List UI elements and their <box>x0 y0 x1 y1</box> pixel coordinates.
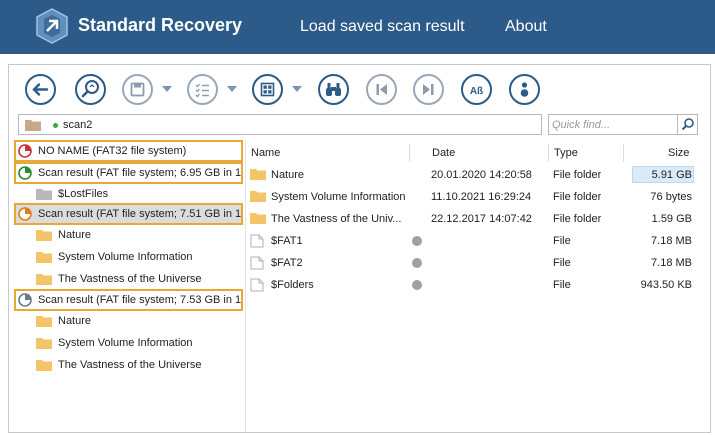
tree-item-folder[interactable]: The Vastness of the Universe <box>34 269 246 289</box>
column-separator[interactable] <box>409 144 410 162</box>
checklist-icon <box>195 83 209 98</box>
title-bar: Standard Recovery Load saved scan result… <box>0 0 715 54</box>
file-icon <box>250 256 264 270</box>
file-row[interactable]: Nature 20.01.2020 14:20:58 File folder 5… <box>246 164 704 186</box>
folder-icon <box>36 338 52 349</box>
load-saved-scan-menu[interactable]: Load saved scan result <box>300 18 465 36</box>
view-grid-icon <box>260 82 275 97</box>
find-button[interactable] <box>318 74 349 105</box>
status-dot <box>412 280 422 290</box>
quick-find-search-button[interactable] <box>677 115 697 134</box>
back-icon <box>32 83 49 96</box>
next-button[interactable] <box>413 74 444 105</box>
mark-list-button[interactable] <box>187 74 218 105</box>
folder-icon <box>36 360 52 371</box>
app-logo-icon <box>36 8 68 44</box>
disk-red-icon <box>18 144 32 158</box>
column-header-type[interactable]: Type <box>554 147 578 159</box>
file-row[interactable]: $FAT1 File 7.18 MB <box>246 230 704 252</box>
status-dot <box>412 236 422 246</box>
current-path: scan2 <box>63 119 93 131</box>
tree-item-scan-result[interactable]: Scan result (FAT file system; 7.53 GB in… <box>14 289 243 311</box>
search-icon <box>681 118 694 131</box>
file-row[interactable]: $Folders File 943.50 KB <box>246 274 704 296</box>
scan-magnifier-icon <box>81 80 99 98</box>
column-header-size[interactable]: Size <box>668 147 689 159</box>
folder-icon <box>36 316 52 327</box>
save-icon <box>130 82 145 97</box>
tree-item-scan-result[interactable]: Scan result (FAT file system; 6.95 GB in… <box>14 162 243 184</box>
file-row[interactable]: System Volume Information 11.10.2021 16:… <box>246 186 704 208</box>
case-sensitive-icon: Aß <box>470 86 483 97</box>
status-dot <box>412 258 422 268</box>
file-icon <box>250 278 264 292</box>
column-header-date[interactable]: Date <box>432 147 455 159</box>
folder-icon <box>36 252 52 263</box>
svg-text:Aß: Aß <box>470 86 483 97</box>
view-mode-dropdown-arrow[interactable] <box>292 86 302 92</box>
tree-item-folder[interactable]: Nature <box>34 311 246 331</box>
scan-button[interactable] <box>75 74 106 105</box>
file-icon <box>250 234 264 248</box>
next-icon <box>423 84 434 95</box>
folder-icon <box>250 169 266 180</box>
column-separator[interactable] <box>623 144 624 162</box>
tree-item-folder[interactable]: Nature <box>34 225 246 245</box>
back-button[interactable] <box>25 74 56 105</box>
column-header-name[interactable]: Name <box>251 147 280 159</box>
folder-gray-icon <box>36 189 52 200</box>
column-separator[interactable] <box>548 144 549 162</box>
quick-find-box <box>548 114 698 135</box>
file-row[interactable]: The Vastness of the Univ... 22.12.2017 1… <box>246 208 704 230</box>
tree-item-folder[interactable]: $LostFiles <box>34 184 246 204</box>
view-mode-button[interactable] <box>252 74 283 105</box>
about-menu[interactable]: About <box>505 18 547 36</box>
disk-orange-icon <box>18 207 32 221</box>
path-bar[interactable]: scan2 <box>18 114 542 135</box>
info-button[interactable] <box>509 74 540 105</box>
tree-item-scan-result[interactable]: Scan result (FAT file system; 7.51 GB in… <box>14 203 243 225</box>
folder-icon <box>25 120 41 131</box>
tree-item-folder[interactable]: The Vastness of the Universe <box>34 355 246 375</box>
previous-button[interactable] <box>366 74 397 105</box>
disk-gray-icon <box>18 293 32 307</box>
folder-icon <box>250 213 266 224</box>
save-button[interactable] <box>122 74 153 105</box>
disk-green-icon <box>18 166 32 180</box>
scan-status-dot <box>53 123 58 128</box>
file-list-header: Name Date Type Size <box>246 142 704 164</box>
tree-item-disk[interactable]: NO NAME (FAT32 file system) <box>14 140 243 162</box>
previous-icon <box>376 84 387 95</box>
app-title: Standard Recovery <box>78 15 243 35</box>
info-icon <box>520 82 529 97</box>
tree-item-folder[interactable]: System Volume Information <box>34 333 246 353</box>
folder-icon <box>36 274 52 285</box>
file-row[interactable]: $FAT2 File 7.18 MB <box>246 252 704 274</box>
mark-list-dropdown-arrow[interactable] <box>227 86 237 92</box>
binoculars-icon <box>326 83 341 96</box>
quick-find-input[interactable] <box>549 115 677 134</box>
save-dropdown-arrow[interactable] <box>162 86 172 92</box>
folder-tree: NO NAME (FAT32 file system) Scan result … <box>14 140 246 430</box>
tree-item-folder[interactable]: System Volume Information <box>34 247 246 267</box>
folder-icon <box>36 230 52 241</box>
folder-icon <box>250 191 266 202</box>
case-sensitive-button[interactable]: Aß <box>461 74 492 105</box>
